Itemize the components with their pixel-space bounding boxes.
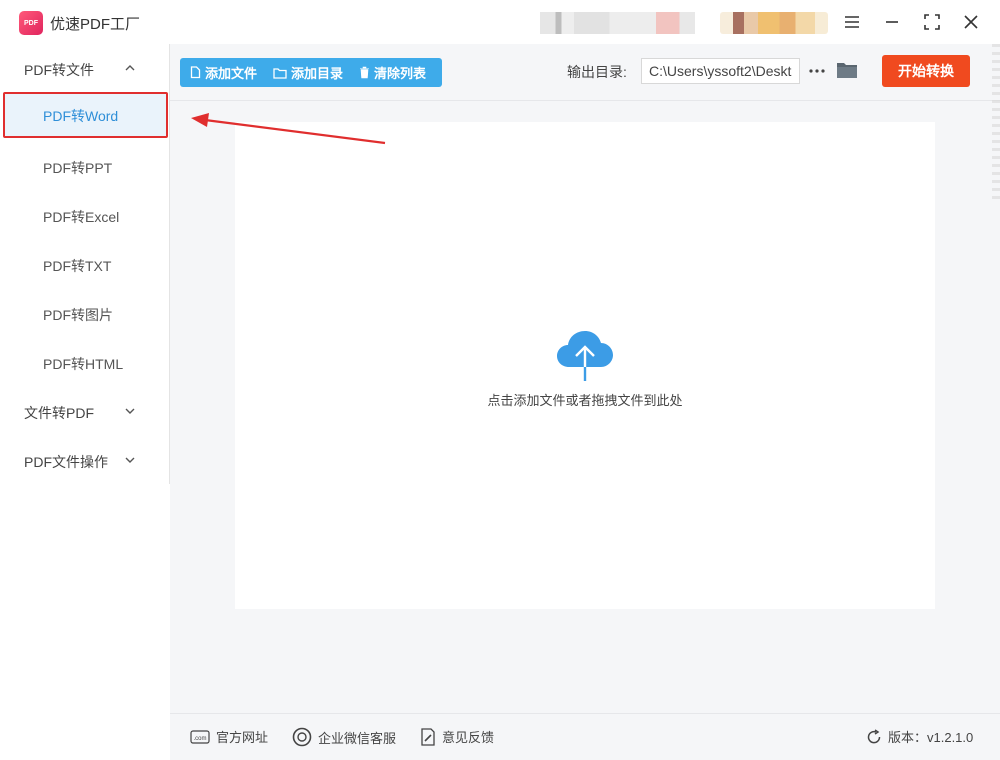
chevron-down-icon (125, 408, 135, 414)
clear-list-button[interactable]: 清除列表 (343, 58, 426, 87)
sidebar-group-pdf-operations[interactable]: PDF文件操作 (0, 441, 170, 481)
folder-icon[interactable] (836, 60, 858, 82)
sidebar-group-file-to-pdf[interactable]: 文件转PDF (0, 392, 170, 432)
add-folder-button[interactable]: 添加目录 (257, 58, 343, 87)
website-label: 官方网址 (216, 730, 269, 745)
sidebar-item-label: PDF转TXT (43, 258, 112, 274)
file-toolbar: 添加文件 添加目录 清除列表 (180, 58, 442, 87)
sidebar-item-pdf-to-word[interactable]: PDF转Word (3, 92, 168, 138)
output-dir-label: 输出目录: (567, 64, 627, 80)
sidebar-item-label: PDF转PPT (43, 160, 113, 176)
add-folder-label: 添加目录 (291, 66, 344, 81)
app-logo-text: PDF (24, 19, 38, 27)
add-file-label: 添加文件 (205, 66, 258, 81)
version-info: 版本：v1.2.1.0 (866, 727, 973, 746)
sidebar-group-label: PDF转文件 (24, 62, 94, 78)
sidebar-item-label: PDF转HTML (43, 356, 124, 372)
refresh-icon[interactable] (866, 728, 882, 745)
sidebar-item-label: PDF转Word (43, 108, 119, 124)
official-website-link[interactable]: .com 官方网址 (190, 727, 268, 746)
minimize-icon[interactable] (878, 8, 906, 36)
start-convert-button[interactable]: 开始转换 (882, 55, 970, 87)
feedback-link[interactable]: 意见反馈 (420, 727, 494, 746)
file-drop-area[interactable]: 点击添加文件或者拖拽文件到此处 (235, 122, 935, 609)
sidebar-item-pdf-to-image[interactable]: PDF转图片 (0, 291, 168, 337)
wechat-support-link[interactable]: 企业微信客服 (292, 727, 396, 747)
blurred-user-info (540, 12, 695, 34)
website-icon: .com (190, 729, 210, 744)
chevron-up-icon (125, 65, 135, 71)
title-bar: PDF 优速PDF工厂 (0, 0, 1000, 44)
blurred-avatar-area[interactable] (720, 12, 828, 34)
more-options-icon[interactable] (807, 58, 827, 84)
output-dir-field[interactable] (641, 58, 800, 84)
footer-divider (170, 713, 1000, 714)
window-edge-decoration (992, 44, 1000, 204)
app-title: 优速PDF工厂 (50, 16, 141, 33)
fullscreen-icon[interactable] (918, 8, 946, 36)
add-file-button[interactable]: 添加文件 (180, 58, 257, 87)
sidebar-group-label: PDF文件操作 (24, 454, 108, 470)
drop-area-hint: 点击添加文件或者拖拽文件到此处 (487, 393, 683, 408)
chat-icon (292, 727, 312, 747)
sidebar-group-pdf-to-file[interactable]: PDF转文件 (0, 49, 170, 89)
svg-text:.com: .com (193, 736, 206, 742)
wechat-label: 企业微信客服 (318, 730, 397, 746)
sidebar-item-pdf-to-txt[interactable]: PDF转TXT (0, 242, 168, 288)
feedback-icon (420, 727, 436, 746)
feedback-label: 意见反馈 (442, 730, 495, 745)
annotation-arrow-icon (191, 113, 386, 145)
clear-list-label: 清除列表 (374, 66, 427, 81)
file-icon (190, 66, 201, 79)
sidebar-item-pdf-to-excel[interactable]: PDF转Excel (0, 193, 168, 239)
trash-icon (359, 66, 370, 79)
version-label: 版本：v1.2.1.0 (888, 730, 974, 745)
close-icon[interactable] (957, 8, 985, 36)
cloud-upload-icon (557, 331, 613, 381)
menu-icon[interactable] (838, 8, 866, 36)
sidebar-item-pdf-to-ppt[interactable]: PDF转PPT (0, 144, 168, 190)
sidebar-item-pdf-to-html[interactable]: PDF转HTML (0, 340, 168, 386)
sidebar-group-label: 文件转PDF (24, 405, 94, 421)
toolbar-divider (170, 100, 1000, 101)
sidebar-item-label: PDF转图片 (43, 307, 113, 323)
sidebar-item-label: PDF转Excel (43, 209, 120, 225)
chevron-down-icon (125, 457, 135, 463)
app-logo: PDF (19, 11, 43, 35)
folder-outline-icon (273, 67, 287, 79)
